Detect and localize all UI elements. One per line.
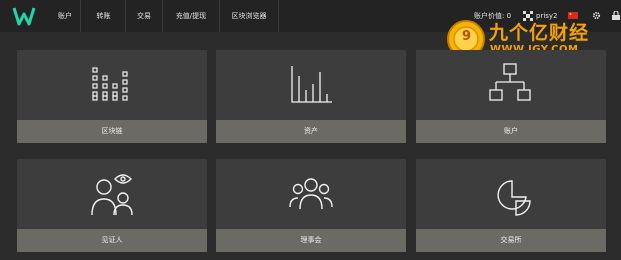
bar-chart-icon — [291, 66, 332, 103]
card-exchange[interactable]: 交易所 — [416, 159, 606, 252]
app-logo-icon[interactable] — [12, 6, 36, 26]
pie-chart-icon — [497, 180, 531, 216]
settings-gear-icon[interactable] — [592, 11, 601, 20]
card-witness[interactable]: 见证人 — [17, 159, 207, 252]
card-accounts[interactable]: 账户 — [416, 50, 606, 143]
hierarchy-icon — [489, 63, 531, 101]
nav-accounts[interactable]: 账户 — [50, 0, 81, 32]
nav-block-explorer[interactable]: 区块浏览器 — [220, 0, 279, 32]
card-assets-label: 资产 — [216, 120, 406, 143]
watermark-coin-number: 9 — [462, 29, 472, 44]
card-accounts-label: 账户 — [416, 120, 606, 143]
card-blockchain[interactable]: 区块链 — [17, 50, 207, 143]
card-assets[interactable]: 资产 — [216, 50, 406, 143]
witness-icon — [91, 174, 133, 216]
watermark-brand: 九个亿财经 — [489, 22, 590, 44]
card-council-label: 理事会 — [216, 229, 406, 252]
nav-deposit-withdraw[interactable]: 充值/提现 — [163, 0, 220, 32]
card-council[interactable]: 理事会 — [216, 159, 406, 252]
card-blockchain-label: 区块链 — [17, 120, 207, 143]
nav-transfer[interactable]: 转账 — [82, 0, 126, 32]
group-icon — [289, 178, 333, 210]
card-witness-label: 见证人 — [17, 229, 207, 252]
blocks-icon — [92, 67, 128, 101]
card-exchange-label: 交易所 — [416, 229, 606, 252]
nav-exchange[interactable]: 交易 — [126, 0, 163, 32]
lock-icon[interactable] — [612, 11, 620, 20]
